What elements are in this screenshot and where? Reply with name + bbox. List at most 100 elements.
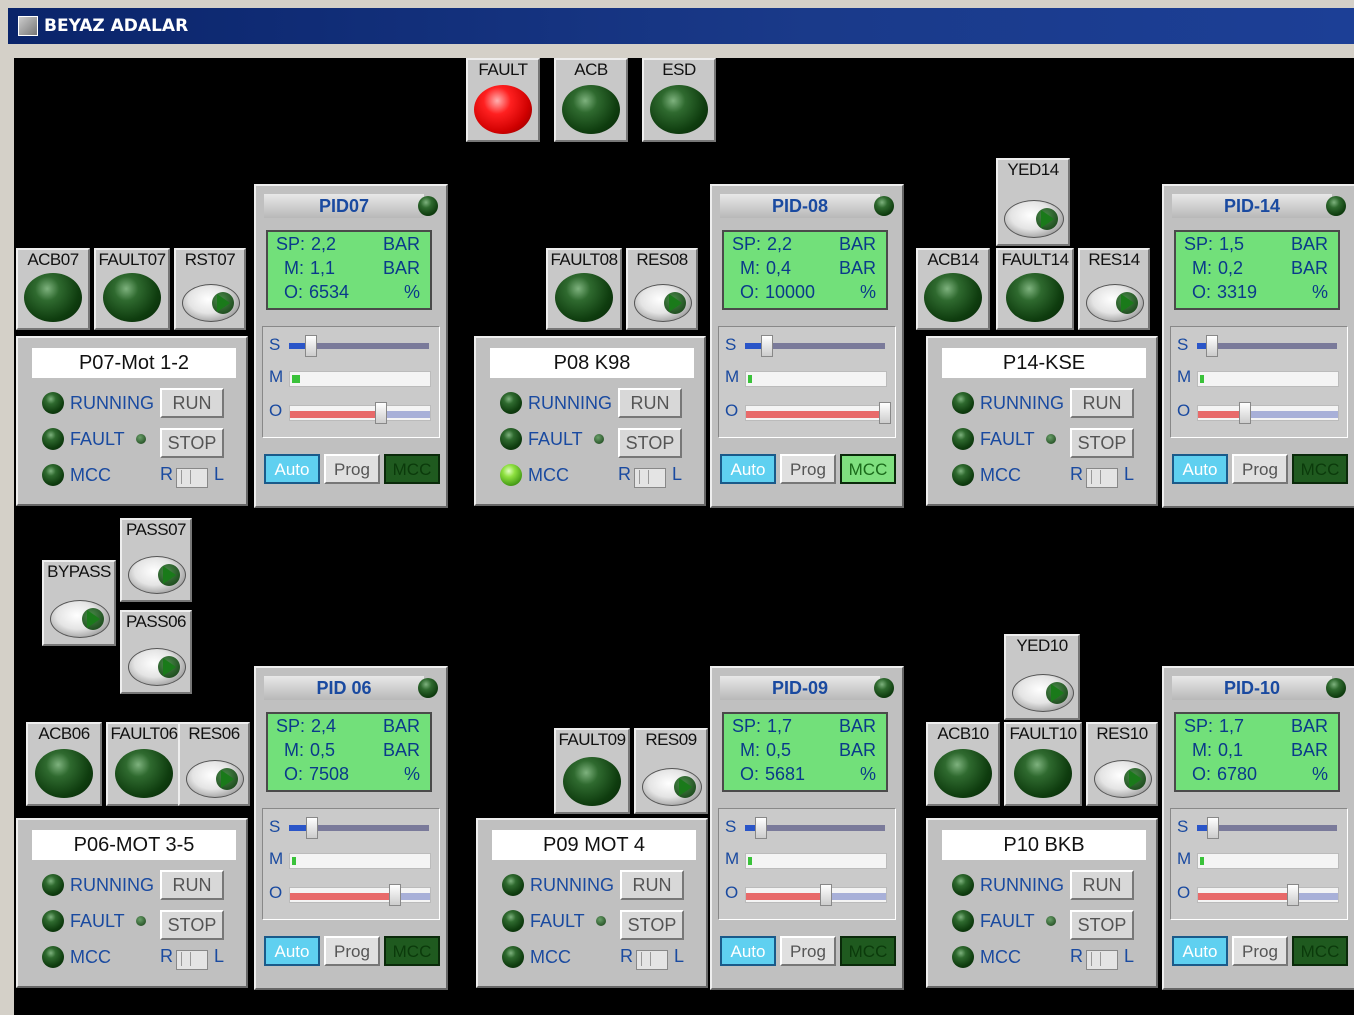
run-button[interactable]: RUN — [1070, 870, 1134, 900]
m-unit: BAR — [1290, 740, 1328, 760]
setpoint-slider[interactable] — [1197, 817, 1337, 839]
pass06-pushbutton-icon[interactable] — [128, 648, 186, 686]
yed14-pushbutton-icon[interactable] — [1004, 200, 1064, 238]
selector-switch-icon[interactable] — [176, 950, 208, 970]
selector-switch-icon[interactable] — [1086, 950, 1118, 970]
stop-button[interactable]: STOP — [620, 910, 684, 940]
setpoint-slider[interactable] — [745, 817, 885, 839]
mcc-button[interactable]: MCC — [384, 454, 440, 484]
remote-local-switch[interactable]: RL — [160, 464, 230, 490]
res10-pushbutton-icon[interactable] — [1094, 760, 1152, 798]
stop-button[interactable]: STOP — [160, 428, 224, 458]
motor-name: P06-MOT 3-5 — [32, 830, 236, 860]
auto-button[interactable]: Auto — [720, 454, 776, 484]
pid-bargraph: SMO — [1170, 326, 1348, 438]
setpoint-knob-icon[interactable] — [306, 817, 319, 839]
prog-button[interactable]: Prog — [324, 936, 380, 966]
m-value: 0,2 — [1218, 258, 1244, 278]
run-button[interactable]: RUN — [620, 870, 684, 900]
res14-tile[interactable]: RES14 — [1078, 248, 1150, 330]
m-key: M: 0,5 — [740, 740, 791, 761]
setpoint-slider[interactable] — [289, 817, 429, 839]
running-label: RUNNING — [530, 875, 614, 895]
o-label: O: — [284, 764, 304, 784]
remote-local-switch[interactable]: RL — [620, 946, 690, 972]
auto-button[interactable]: Auto — [264, 936, 320, 966]
setpoint-knob-icon[interactable] — [305, 335, 317, 357]
setpoint-knob-icon[interactable] — [1207, 817, 1220, 839]
bypass-pushbutton-icon[interactable] — [50, 600, 110, 638]
run-button[interactable]: RUN — [160, 388, 224, 418]
prog-button[interactable]: Prog — [780, 454, 836, 484]
mcc-button[interactable]: MCC — [1292, 936, 1348, 966]
res09-tile[interactable]: RES09 — [634, 728, 708, 814]
stop-button[interactable]: STOP — [160, 910, 224, 940]
run-button[interactable]: RUN — [1070, 388, 1134, 418]
fault08-lamp-icon — [555, 272, 613, 322]
mcc-label: MCC — [980, 465, 1021, 485]
res06-tile[interactable]: RES06 — [178, 722, 250, 806]
remote-local-switch[interactable]: RL — [160, 946, 230, 972]
stop-button[interactable]: STOP — [1070, 910, 1134, 940]
auto-button[interactable]: Auto — [1172, 936, 1228, 966]
local-label: L — [214, 464, 225, 484]
auto-button[interactable]: Auto — [264, 454, 320, 484]
remote-local-switch[interactable]: RL — [1070, 946, 1140, 972]
pass07-tile[interactable]: PASS07 — [120, 518, 192, 602]
mcc-button[interactable]: MCC — [840, 454, 896, 484]
run-button[interactable]: RUN — [160, 870, 224, 900]
setpoint-slider[interactable] — [745, 335, 885, 357]
res09-label: RES09 — [645, 730, 697, 749]
sp-key: SP: 2,4 — [276, 716, 336, 737]
res08-pushbutton-icon[interactable] — [634, 284, 692, 322]
selector-switch-icon[interactable] — [634, 468, 666, 488]
remote-local-switch[interactable]: RL — [1070, 464, 1140, 490]
selector-switch-icon[interactable] — [1086, 468, 1118, 488]
output-fill — [290, 411, 380, 418]
res08-tile[interactable]: RES08 — [626, 248, 698, 330]
esd-lamp-icon — [650, 84, 708, 134]
selector-switch-icon[interactable] — [636, 950, 668, 970]
rst07-pushbutton-icon[interactable] — [182, 284, 240, 322]
output-fill — [1198, 411, 1244, 418]
prog-button[interactable]: Prog — [1232, 936, 1288, 966]
res06-pushbutton-icon[interactable] — [186, 760, 244, 798]
run-button[interactable]: RUN — [618, 388, 682, 418]
auto-button[interactable]: Auto — [720, 936, 776, 966]
mcc-button[interactable]: MCC — [384, 936, 440, 966]
output-fill — [746, 411, 884, 418]
res10-tile[interactable]: RES10 — [1086, 722, 1158, 806]
bypass-tile[interactable]: BYPASS — [42, 560, 116, 646]
setpoint-slider[interactable] — [289, 335, 429, 357]
s-axis-label: S — [725, 817, 737, 836]
rst07-tile[interactable]: RST07 — [174, 248, 246, 330]
acb07-tile: ACB07 — [16, 248, 90, 330]
setpoint-knob-icon[interactable] — [755, 817, 768, 839]
selector-switch-icon[interactable] — [176, 468, 208, 488]
pid-line-o: O: 6534% — [268, 282, 430, 306]
stop-button[interactable]: STOP — [1070, 428, 1134, 458]
yed10-tile[interactable]: YED10 — [1004, 634, 1080, 720]
auto-button[interactable]: Auto — [1172, 454, 1228, 484]
o-axis-label: O — [269, 883, 283, 902]
mcc-button[interactable]: MCC — [1292, 454, 1348, 484]
setpoint-knob-icon[interactable] — [761, 335, 773, 357]
pass06-tile[interactable]: PASS06 — [120, 610, 192, 694]
stop-button[interactable]: STOP — [618, 428, 682, 458]
pass07-pushbutton-icon[interactable] — [128, 556, 186, 594]
remote-local-switch[interactable]: RL — [618, 464, 688, 490]
yed10-pushbutton-icon[interactable] — [1012, 674, 1074, 712]
prog-button[interactable]: Prog — [780, 936, 836, 966]
pid-title: PID-10 — [1172, 676, 1332, 700]
mcc-lamp-icon — [952, 464, 974, 486]
prog-button[interactable]: Prog — [324, 454, 380, 484]
res14-pushbutton-icon[interactable] — [1086, 284, 1144, 322]
output-knob-icon — [1286, 884, 1299, 906]
play-arrow-icon — [1041, 210, 1054, 228]
setpoint-knob-icon[interactable] — [1206, 335, 1218, 357]
res09-pushbutton-icon[interactable] — [642, 768, 702, 806]
prog-button[interactable]: Prog — [1232, 454, 1288, 484]
yed14-tile[interactable]: YED14 — [996, 158, 1070, 246]
mcc-button[interactable]: MCC — [840, 936, 896, 966]
setpoint-slider[interactable] — [1197, 335, 1337, 357]
